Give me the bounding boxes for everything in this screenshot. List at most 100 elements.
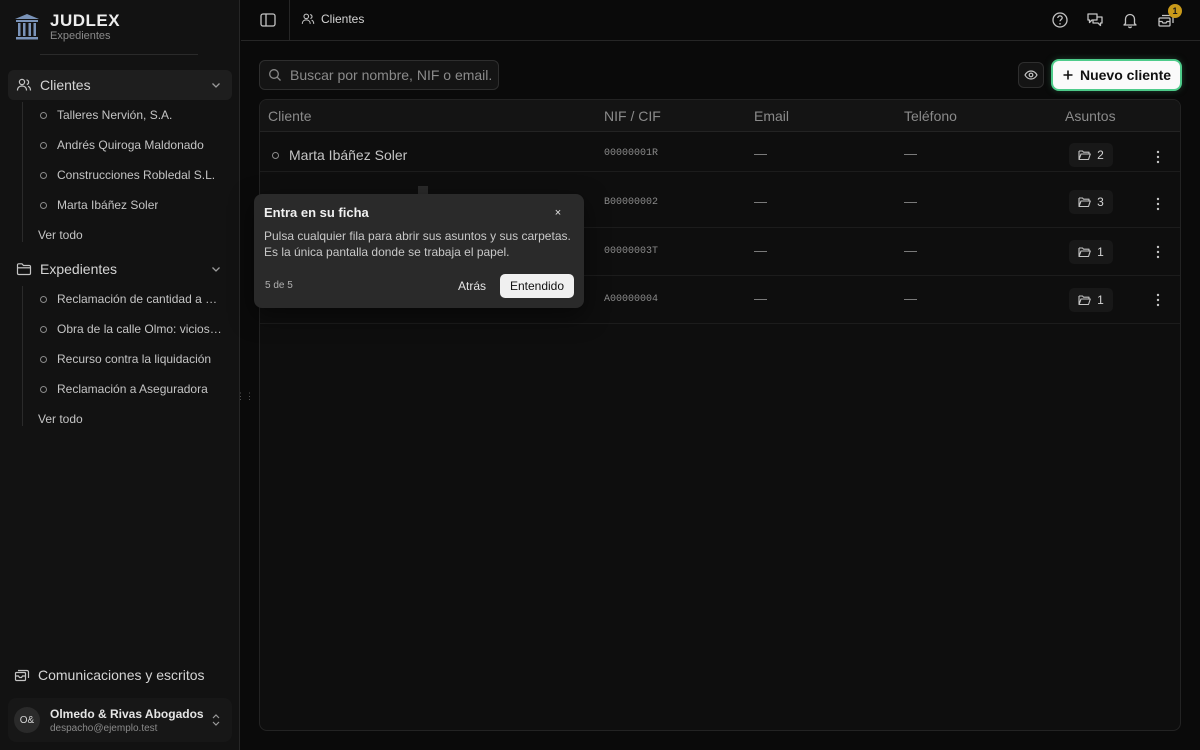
client-email: — [754,291,767,306]
sidebar-toggle-icon[interactable] [259,11,277,29]
inbox-stack-icon [14,669,30,682]
tour-popover: Entra en su ficha × Pulsa cualquier fila… [254,194,584,308]
brand[interactable]: JUDLEX Expedientes [14,12,120,42]
more-vertical-icon[interactable] [1153,292,1163,308]
users-icon [16,78,32,91]
folder-open-icon [1078,247,1092,258]
nav-tree-line [22,286,23,426]
nav-group-expedientes[interactable]: Expedientes [8,254,232,284]
client-email: — [754,243,767,258]
asuntos-count-button[interactable]: 2 [1069,143,1113,167]
nav-group-label: Clientes [40,77,91,93]
column-header-cliente[interactable]: Cliente [268,108,312,124]
topbar-divider [289,0,290,41]
notification-badge: 1 [1168,4,1182,18]
circle-icon [40,355,47,363]
asuntos-count: 2 [1097,148,1104,162]
circle-icon [40,295,47,303]
circle-icon [40,385,47,393]
sidebar-item-client[interactable]: Talleres Nervión, S.A. [32,102,222,128]
sidebar-item-expediente[interactable]: Obra de la calle Olmo: vicios ocultos [32,316,222,342]
tour-step-counter: 5 de 5 [265,280,293,291]
search-icon [269,69,281,81]
asuntos-count-button[interactable]: 3 [1069,190,1113,214]
chevrons-up-down-icon [212,714,220,726]
nav-tree-line [22,102,23,242]
help-icon[interactable] [1051,11,1069,29]
client-phone: — [904,194,917,209]
circle-icon [40,171,47,179]
users-icon [301,13,315,24]
sidebar-item-expediente[interactable]: Recurso contra la liquidación [32,346,222,372]
client-name-cell: Marta Ibáñez Soler [272,147,407,163]
view-all-clients-link[interactable]: Ver todo [38,228,83,242]
client-phone: — [904,243,917,258]
more-vertical-icon[interactable] [1153,149,1163,165]
sidebar-item-expediente[interactable]: Reclamación a Aseguradora [32,376,222,402]
search-box[interactable] [259,60,499,90]
client-nif: A00000004 [604,294,659,305]
circle-icon [40,141,47,149]
more-vertical-icon[interactable] [1153,196,1163,212]
tour-description: Pulsa cualquier fila para abrir sus asun… [264,229,571,259]
sidebar-item-label: Obra de la calle Olmo: vicios ocultos [57,322,222,336]
client-name: Marta Ibáñez Soler [289,147,408,163]
table-header: Cliente NIF / CIF Email Teléfono Asuntos [260,100,1180,132]
search-input[interactable] [290,67,495,83]
sidebar-item-label: Marta Ibáñez Soler [57,198,159,212]
sidebar-resize-handle-icon[interactable]: ⋮⋮ [236,390,254,402]
column-header-telefono[interactable]: Teléfono [904,108,957,124]
asuntos-count: 3 [1097,195,1104,209]
column-header-asuntos[interactable]: Asuntos [1065,108,1116,124]
nav-group-clientes[interactable]: Clientes [8,70,232,100]
sidebar-item-client[interactable]: Construcciones Robledal S.L. [32,162,222,188]
close-icon[interactable]: × [552,206,564,220]
asuntos-count-button[interactable]: 1 [1069,288,1113,312]
new-client-label: Nuevo cliente [1079,67,1172,83]
topbar: Clientes 1 [241,0,1200,41]
circle-icon [40,325,47,333]
asuntos-count: 1 [1097,293,1104,307]
tour-done-button[interactable]: Entendido [500,274,574,298]
sidebar-item-client[interactable]: Andrés Quiroga Maldonado [32,132,222,158]
sidebar-item-expediente[interactable]: Reclamación de cantidad a cliente [32,286,222,312]
eye-icon [1024,70,1038,80]
sidebar-item-label: Construcciones Robledal S.L. [57,168,216,182]
columns-logo-icon [15,14,39,40]
column-header-email[interactable]: Email [754,108,789,124]
sidebar-item-comunicaciones[interactable]: Comunicaciones y escritos [8,662,232,688]
view-all-expedientes-link[interactable]: Ver todo [38,412,83,426]
folder-icon [16,263,32,276]
sidebar-item-label: Reclamación a Aseguradora [57,382,208,396]
account-switcher[interactable]: O& Olmedo & Rivas Abogados despacho@ejem… [8,698,232,742]
tour-back-button[interactable]: Atrás [458,279,486,293]
circle-icon [40,201,47,209]
sidebar-item-client[interactable]: Marta Ibáñez Soler [32,192,222,218]
toggle-visibility-button[interactable] [1018,62,1044,88]
brand-name: JUDLEX [50,11,121,30]
chat-bubbles-icon[interactable] [1086,11,1104,29]
app-root: JUDLEX Expedientes Clientes Talleres Ner… [0,0,1200,750]
more-vertical-icon[interactable] [1153,244,1163,260]
sidebar-item-label: Andrés Quiroga Maldonado [57,138,204,152]
client-nif: 00000003T [604,246,659,257]
table-row[interactable]: Marta Ibáñez Soler 00000001R — — 2 [260,132,1180,172]
client-phone: — [904,146,917,161]
comms-label: Comunicaciones y escritos [38,667,205,683]
folder-open-icon [1078,150,1092,161]
avatar: O& [14,707,40,733]
breadcrumb: Clientes [301,12,364,26]
account-name: Olmedo & Rivas Abogados [50,706,204,721]
chevron-down-icon [212,267,220,272]
account-email: despacho@ejemplo.test [50,722,158,734]
new-client-button[interactable]: Nuevo cliente [1053,61,1180,89]
chevron-down-icon [212,83,220,88]
client-phone: — [904,291,917,306]
asuntos-count-button[interactable]: 1 [1069,240,1113,264]
circle-icon [40,111,47,119]
sidebar-item-label: Recurso contra la liquidación [57,352,212,366]
bell-icon[interactable] [1121,11,1139,29]
folder-open-icon [1078,295,1092,306]
column-header-nif[interactable]: NIF / CIF [604,108,661,124]
brand-divider [40,54,198,55]
